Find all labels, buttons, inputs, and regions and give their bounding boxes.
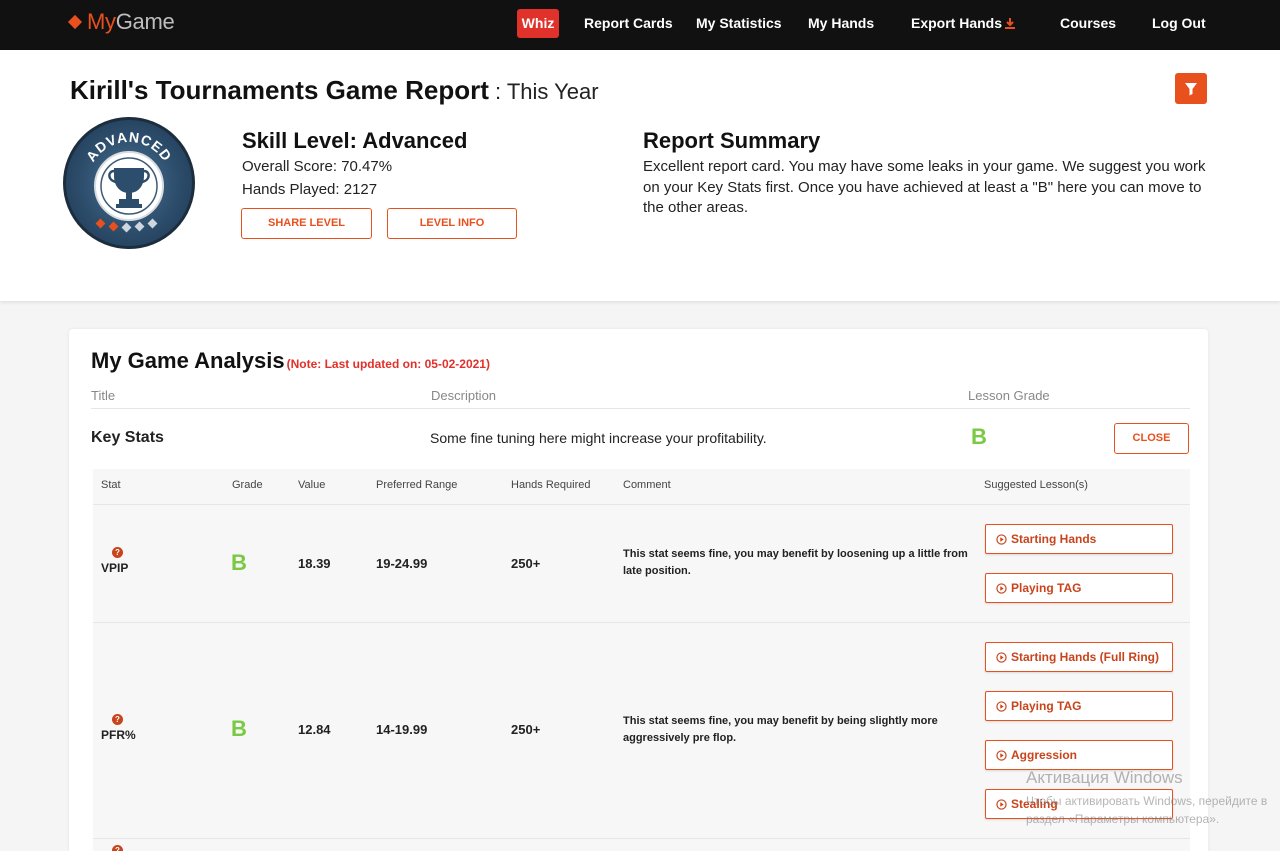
report-title-text: Kirill's Tournaments Game Report: [70, 75, 489, 105]
stat-column-comment: Comment: [623, 479, 671, 491]
play-circle-icon: [996, 651, 1007, 663]
lesson-label: Playing TAG: [1011, 581, 1082, 595]
windows-activation-watermark-text: Чтобы активировать Windows, перейдите в …: [1026, 794, 1268, 826]
lesson-button-starting-hands-full-ring[interactable]: Starting Hands (Full Ring): [985, 642, 1173, 672]
stat-column-suggested-lessons: Suggested Lesson(s): [984, 479, 1088, 491]
close-button[interactable]: CLOSE: [1114, 423, 1189, 454]
lesson-label: Starting Hands: [1011, 532, 1097, 546]
level-info-button[interactable]: LEVEL INFO: [387, 208, 517, 239]
report-summary-title: Report Summary: [643, 128, 821, 153]
stat-grade: B: [231, 550, 247, 575]
share-level-button[interactable]: SHARE LEVEL: [241, 208, 372, 239]
filter-button[interactable]: [1175, 73, 1207, 104]
section-grade: B: [971, 424, 987, 449]
nav-my-hands[interactable]: My Hands: [808, 15, 874, 31]
column-header-title: Title: [91, 388, 116, 403]
analysis-title: My Game Analysis (Note: Last updated on: …: [91, 348, 490, 374]
nav-report-cards[interactable]: Report Cards: [584, 15, 673, 31]
last-updated-note: (Note: Last updated on: 05-02-2021): [286, 357, 490, 371]
help-icon[interactable]: ?: [112, 714, 123, 725]
lesson-label: Starting Hands (Full Ring): [1011, 650, 1159, 664]
nav-export-hands-label: Export Hands: [911, 15, 1003, 31]
stats-header-divider: [93, 504, 1190, 505]
stat-column-preferred-range: Preferred Range: [376, 479, 458, 491]
stat-value: 12.84: [298, 722, 331, 737]
column-header-description: Description: [431, 388, 497, 403]
lesson-button-starting-hands[interactable]: Starting Hands: [985, 524, 1173, 554]
overall-score: Overall Score: 70.47%: [242, 158, 393, 175]
lesson-button-aggression[interactable]: Aggression: [985, 740, 1173, 770]
stat-value: 18.39: [298, 556, 331, 571]
stat-comment: This stat seems fine, you may benefit by…: [623, 548, 968, 577]
top-navbar: MyGame Whiz Report Cards My Statistics M…: [0, 0, 1280, 50]
lesson-label: Playing TAG: [1011, 699, 1082, 713]
header-divider: [91, 408, 1190, 409]
filter-icon: [1185, 82, 1197, 95]
windows-activation-watermark-title: Активация Windows: [1026, 768, 1183, 787]
logo-my: My: [87, 9, 116, 34]
mygame-logo[interactable]: MyGame: [67, 9, 175, 35]
lesson-button-playing-tag[interactable]: Playing TAG: [985, 691, 1173, 721]
stat-preferred-range: 19-24.99: [376, 556, 428, 571]
nav-log-out[interactable]: Log Out: [1152, 15, 1206, 31]
nav-my-statistics[interactable]: My Statistics: [696, 15, 782, 31]
play-circle-icon: [996, 533, 1007, 545]
section-description: Some fine tuning here might increase you…: [430, 430, 767, 446]
row-divider: [93, 622, 1190, 623]
report-summary-text: Excellent report card. You may have some…: [643, 158, 1206, 216]
help-icon[interactable]: ?: [112, 845, 123, 851]
skill-level-badge: ADVANCED: [63, 117, 195, 249]
stat-comment: This stat seems fine, you may benefit by…: [623, 715, 938, 744]
logo-game: Game: [115, 9, 175, 34]
row-divider: [93, 838, 1190, 839]
stat-column-grade: Grade: [232, 479, 263, 491]
column-header-lesson-grade: Lesson Grade: [968, 388, 1050, 403]
nav-export-hands[interactable]: Export Hands: [911, 15, 1016, 31]
help-icon[interactable]: ?: [112, 547, 123, 558]
page-title: Kirill's Tournaments Game Report : This …: [70, 75, 599, 106]
stat-hands-required: 250+: [511, 722, 541, 737]
stat-column-hands-required: Hands Required: [511, 479, 591, 491]
play-circle-icon: [996, 749, 1007, 761]
stat-name: PFR%: [101, 728, 136, 742]
stat-name: VPIP: [101, 561, 129, 575]
skill-level-title: Skill Level: Advanced: [242, 128, 468, 153]
play-circle-icon: [996, 700, 1007, 712]
stat-hands-required: 250+: [511, 556, 541, 571]
nav-courses[interactable]: Courses: [1060, 15, 1116, 31]
download-icon: [1005, 18, 1016, 29]
report-period: : This Year: [488, 79, 599, 104]
lesson-label: Aggression: [1011, 748, 1078, 762]
hands-played: Hands Played: 2127: [242, 181, 378, 198]
stat-column-value: Value: [298, 479, 326, 491]
stat-column-stat: Stat: [101, 479, 121, 491]
play-circle-icon: [996, 582, 1007, 594]
section-title-key-stats: Key Stats: [91, 429, 164, 446]
analysis-title-text: My Game Analysis: [91, 348, 285, 373]
stat-preferred-range: 14-19.99: [376, 722, 428, 737]
stat-grade: B: [231, 716, 247, 741]
nav-whiz[interactable]: Whiz: [517, 9, 559, 38]
lesson-button-playing-tag[interactable]: Playing TAG: [985, 573, 1173, 603]
trophy-badge-icon: ADVANCED: [83, 129, 174, 233]
logo-diamond-icon: [67, 14, 83, 30]
play-circle-icon: [996, 798, 1007, 810]
